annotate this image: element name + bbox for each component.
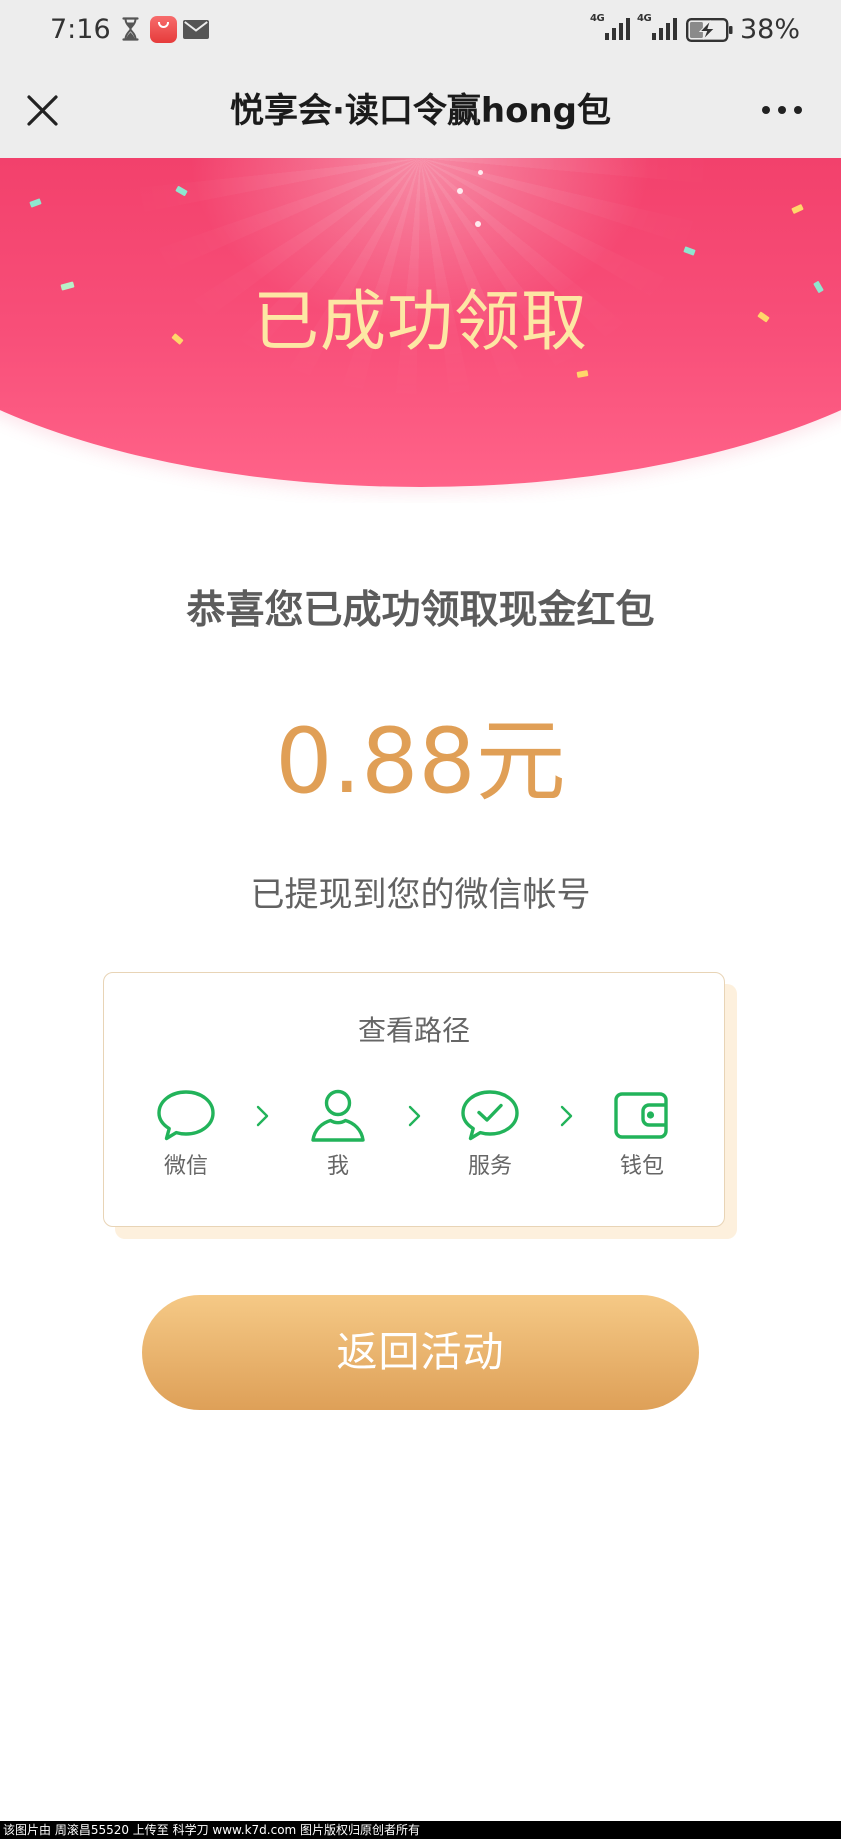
mail-icon (183, 20, 209, 39)
network-type-label: 4G (590, 13, 605, 24)
chat-check-icon (461, 1090, 519, 1141)
banner-headline: 已成功领取 (253, 283, 588, 360)
withdraw-note: 已提现到您的微信帐号 (250, 875, 591, 915)
chevron-right-icon (408, 1105, 420, 1127)
sparkle (475, 221, 481, 227)
sparkle (457, 188, 463, 194)
status-time: 7:16 (50, 14, 111, 45)
path-steps: 微信 我 服务 钱包 (104, 1088, 724, 1182)
more-dots-icon[interactable] (762, 103, 802, 117)
nav-bar: 悦享会·读口令赢hong包 (0, 59, 841, 158)
page-title: 悦享会·读口令赢hong包 (229, 91, 612, 131)
path-separator (221, 1088, 303, 1144)
path-step-wallet: 钱包 (607, 1088, 677, 1182)
watermark-bar: 该图片由 周滚昌55520 上传至 科学刀 www.k7d.com 图片版权归原… (0, 1821, 841, 1839)
path-separator (525, 1088, 607, 1144)
sparkle (478, 170, 483, 175)
signal-sim1: 4G (590, 13, 632, 43)
signal-bars-icon (652, 18, 677, 40)
network-type-label: 4G (637, 13, 652, 24)
status-bar: 7:16 4G 4G 38% (0, 0, 841, 59)
path-step-label: 微信 (163, 1154, 208, 1179)
signal-sim2: 4G (637, 13, 679, 43)
back-to-activity-button[interactable]: 返回活动 (142, 1295, 699, 1410)
huawei-app-icon (150, 16, 177, 43)
path-card-title: 查看路径 (357, 1014, 470, 1047)
chevron-right-icon (560, 1105, 572, 1127)
view-path-card: 查看路径 微信 我 服务 钱包 (103, 972, 725, 1227)
path-step-label: 服务 (467, 1154, 512, 1179)
path-step-label: 钱包 (619, 1154, 664, 1179)
battery-percent: 38% (740, 14, 801, 45)
cash-amount: 0.88元 (275, 709, 566, 814)
person-icon (311, 1089, 365, 1142)
screen: 7:16 4G 4G 38% 悦享会·读口令赢hong包 已成功领取 恭喜您已成… (0, 0, 841, 1839)
close-icon[interactable] (26, 94, 59, 127)
path-step-label: 我 (326, 1154, 349, 1179)
path-step-me: 我 (303, 1088, 373, 1182)
wallet-icon (614, 1092, 668, 1139)
path-step-wechat: 微信 (151, 1088, 221, 1182)
hourglass-icon (122, 17, 139, 41)
chevron-right-icon (256, 1105, 268, 1127)
success-banner: 已成功领取 (0, 158, 841, 503)
chat-bubble-icon (157, 1090, 215, 1141)
battery-charging-icon (686, 18, 733, 42)
congrats-text: 恭喜您已成功领取现金红包 (186, 588, 655, 633)
more-dot (762, 106, 770, 114)
more-dot (794, 106, 802, 114)
signal-bars-icon (605, 18, 630, 40)
path-separator (373, 1088, 455, 1144)
path-step-service: 服务 (455, 1088, 525, 1182)
more-dot (778, 106, 786, 114)
